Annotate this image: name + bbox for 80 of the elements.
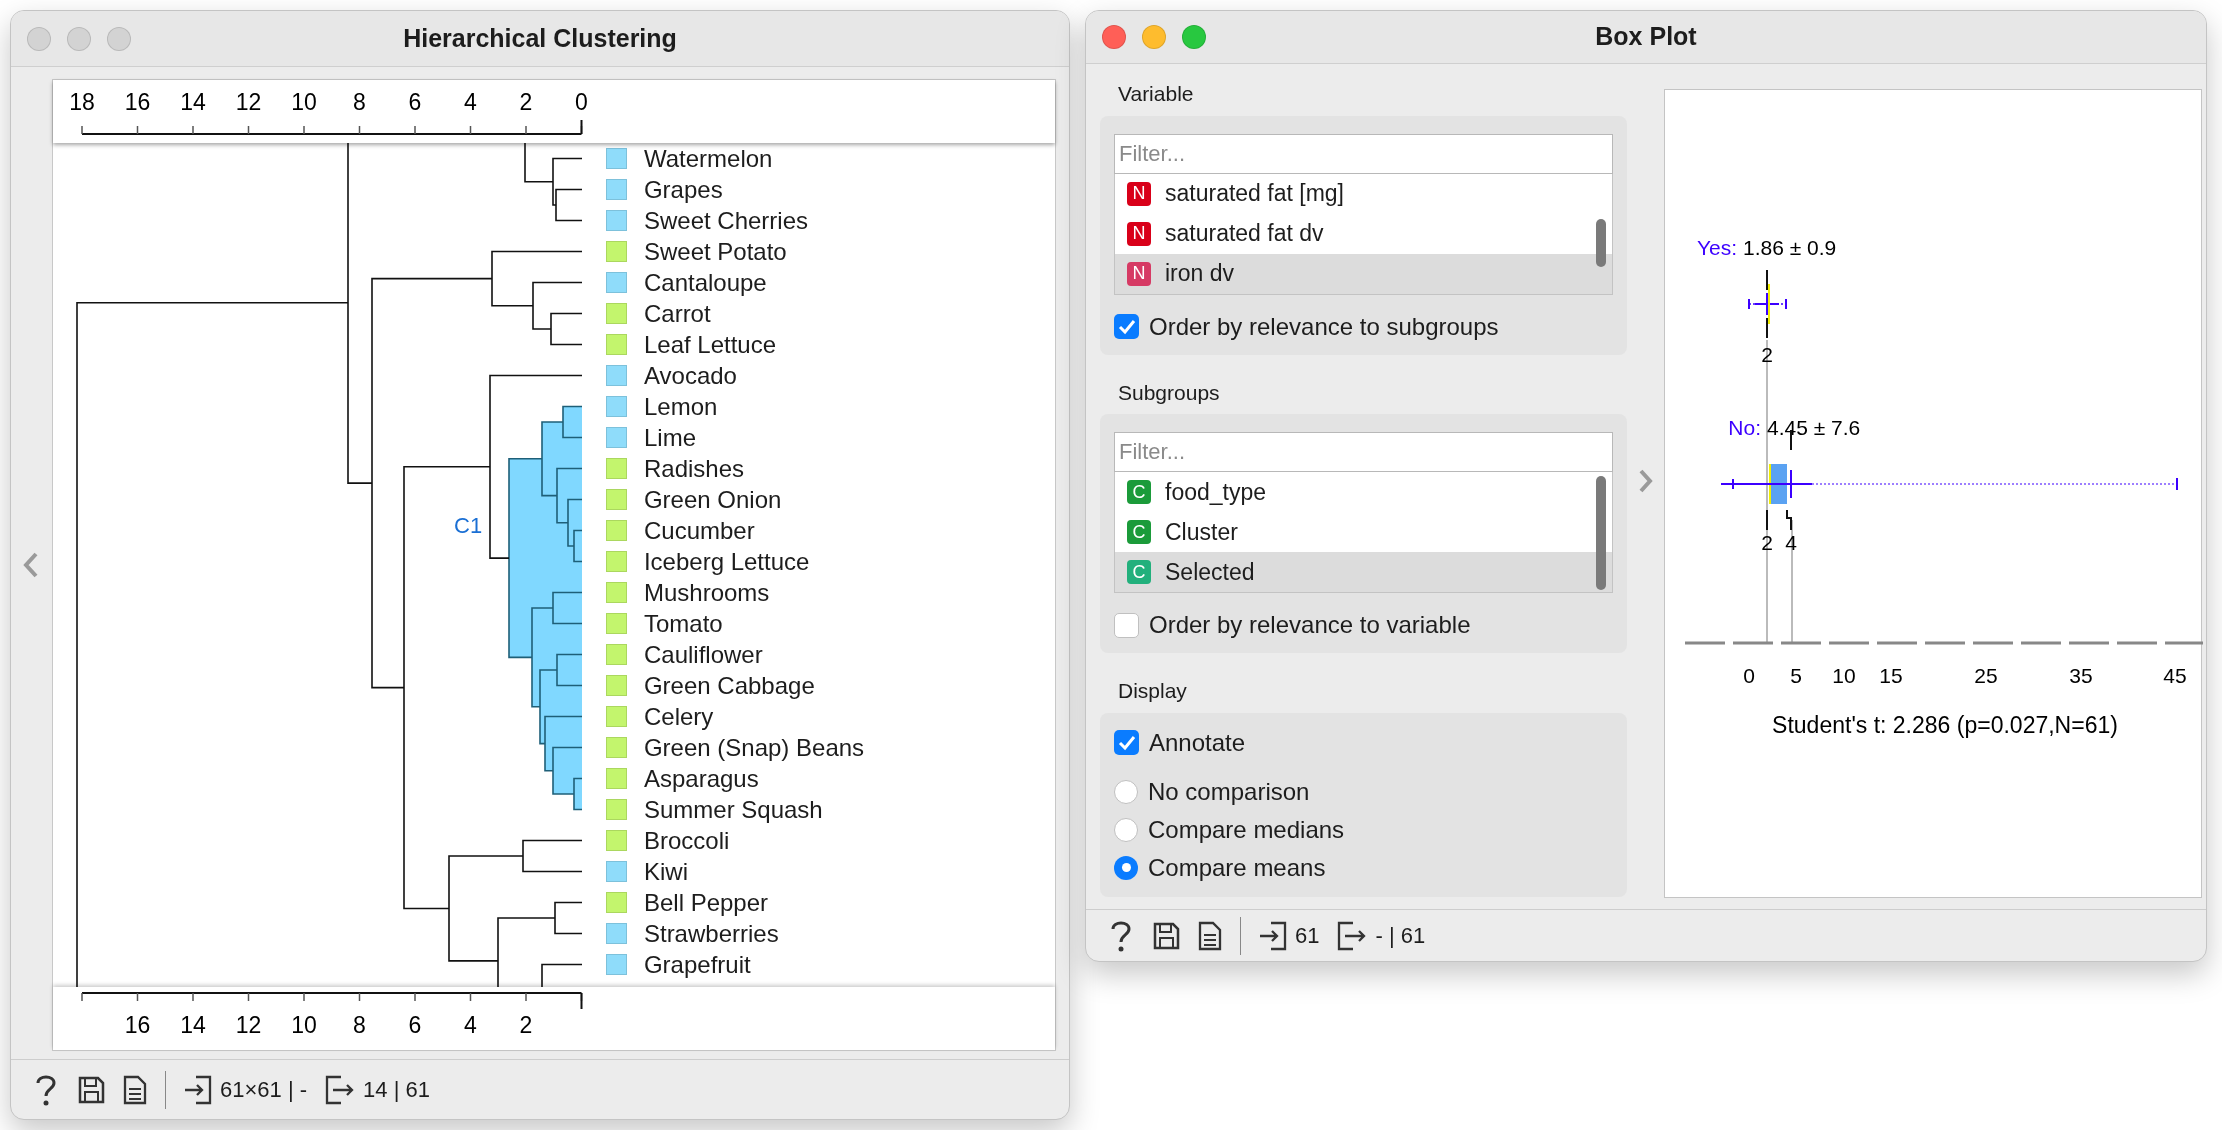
value-label: 2 [1761,343,1773,366]
window-title: Box Plot [1595,21,1697,53]
axis-tick-label: 18 [69,89,95,115]
output-icon [325,1074,356,1105]
type-badge: C [1127,520,1151,544]
radio-button[interactable]: Compare medians [1114,810,1345,849]
axis-tick-label: 10 [1832,664,1856,687]
type-badge: N [1127,181,1151,206]
section-heading: Display [1117,678,1188,704]
list-item[interactable]: C food_type [1115,472,1613,512]
axis-tick-label: 6 [408,1012,422,1038]
radio-button[interactable]: No comparison [1114,772,1310,811]
checkmark-icon [1117,734,1136,751]
group-label: No: [1728,416,1761,439]
list-item[interactable]: C Cluster [1115,512,1613,552]
checkbox[interactable]: Annotate [1114,724,1246,761]
test-statistic: Student's t: 2.286 (p=0.027,N=61) [1772,712,2118,738]
axis-tick-label: 2 [519,89,533,115]
list-item[interactable]: N iron dv [1115,253,1613,294]
axis-tick-label: 6 [408,89,422,115]
checkmark-icon [1117,318,1136,335]
radio-button[interactable]: Compare means [1114,848,1326,887]
list-item[interactable]: N saturated fat [mg] [1115,173,1613,214]
axis-tick-label: 12 [235,1012,262,1038]
group-statistics: 1.86 ± 0.9 [1743,236,1837,259]
axis-tick-label: 14 [180,1012,206,1038]
axis-tick-label: 0 [1743,664,1755,687]
input-icon [184,1074,212,1105]
axis-tick-label: 35 [2069,664,2093,687]
document-icon[interactable] [1198,920,1222,951]
chevron-right-icon[interactable] [1638,468,1653,493]
axis-tick-label: 10 [291,89,317,115]
document-icon[interactable] [123,1074,147,1105]
type-badge: C [1127,480,1151,504]
group-label: Yes: [1696,236,1737,259]
axis-tick-label: 25 [1974,664,1998,687]
filter-field[interactable]: Filter... [1114,133,1614,174]
input-icon [1259,920,1287,951]
axis-tick-label: 8 [353,89,366,115]
zoom-button[interactable] [1182,25,1206,49]
checkbox[interactable]: Order by relevance to subgroups [1114,308,1499,345]
axis-tick-label: 16 [124,1012,151,1038]
cluster-label: C1 [453,512,483,538]
scrollbar-thumb[interactable] [1596,476,1607,590]
scrollbar-thumb[interactable] [1596,218,1607,267]
axis-tick-label: 10 [291,1012,317,1038]
axis-tick-label: 0 [575,89,588,115]
chevron-left-icon[interactable] [23,552,40,578]
axis-tick-label: 4 [464,1012,477,1038]
section-heading: Subgroups [1117,379,1221,406]
axis-tick-label: 12 [235,89,262,115]
section-heading: Variable [1117,81,1195,107]
axis-tick-label: 8 [353,1012,366,1038]
type-badge: C [1127,560,1151,584]
input-summary: 61×61 | - [220,1076,308,1104]
list-item[interactable]: N saturated fat dv [1115,213,1613,254]
box-plot-drawing [1748,269,1787,339]
close-button[interactable] [1102,25,1126,49]
save-icon[interactable] [77,1074,105,1105]
output-icon [1337,920,1368,951]
axis-tick-label: 45 [2163,664,2187,687]
input-summary: 61 [1295,922,1320,950]
checkbox[interactable]: Order by relevance to variable [1114,607,1471,643]
output-summary: 14 | 61 [363,1076,430,1104]
axis-tick-label: 5 [1790,664,1802,687]
type-badge: N [1127,261,1151,286]
list-item[interactable]: C Selected [1115,552,1613,592]
axis-tick-label: 14 [180,89,206,115]
group-statistics: 4.45 ± 7.6 [1767,416,1861,439]
value-label: 4 [1785,531,1797,554]
filter-field[interactable]: Filter... [1114,432,1614,472]
save-icon[interactable] [1152,920,1180,951]
axis-tick-label: 2 [519,1012,533,1038]
output-summary: - | 61 [1375,922,1426,950]
type-badge: N [1127,221,1151,246]
window-title: Hierarchical Clustering [403,22,677,54]
axis-tick-label: 15 [1879,664,1903,687]
axis-tick-label: 16 [124,89,151,115]
value-label: 2 [1761,531,1773,554]
axis-tick-label: 4 [464,89,477,115]
